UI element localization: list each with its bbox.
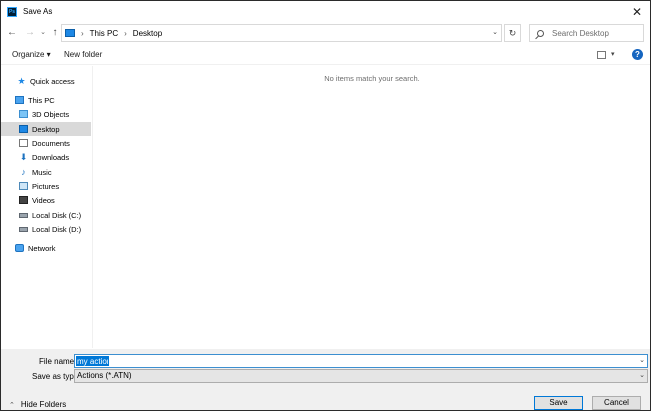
sidebar-item-network[interactable]: Network (1, 241, 91, 255)
documents-icon (19, 139, 28, 147)
hide-folders-toggle[interactable]: ⌃ Hide Folders (9, 400, 66, 409)
sidebar-item-downloads[interactable]: ⬇ Downloads (1, 150, 91, 164)
new-folder-button[interactable]: New folder (64, 50, 102, 59)
file-name-combobox[interactable]: ⌄ (74, 354, 648, 368)
sidebar-item-label: Desktop (32, 124, 60, 134)
save-button[interactable]: Save (534, 396, 583, 410)
sidebar-item-label: Music (32, 167, 52, 177)
sidebar-item-documents[interactable]: Documents (1, 136, 91, 150)
sidebar-item-label: This PC (28, 95, 55, 105)
network-icon (15, 244, 24, 252)
pictures-icon (19, 182, 28, 190)
address-bar[interactable]: › This PC › Desktop ⌄ (61, 24, 502, 42)
refresh-icon[interactable]: ↻ (504, 24, 521, 42)
chevron-up-icon: ⌃ (9, 401, 15, 409)
sidebar-item-label: 3D Objects (32, 109, 70, 119)
save-as-type-select[interactable]: Actions (*.ATN) ⌄ (74, 369, 648, 383)
sidebar-item-label: Local Disk (D:) (32, 224, 82, 234)
sidebar-item-desktop[interactable]: Desktop (1, 122, 91, 136)
this-pc-icon (65, 29, 75, 37)
breadcrumb-this-pc[interactable]: This PC (90, 29, 118, 38)
help-icon[interactable]: ? (632, 49, 643, 60)
cancel-button[interactable]: Cancel (592, 396, 641, 410)
search-input[interactable] (552, 28, 642, 38)
organize-button[interactable]: Organize ▾ (12, 50, 51, 59)
sidebar-item-label: Local Disk (C:) (32, 210, 82, 220)
file-name-dropdown-icon[interactable]: ⌄ (639, 356, 645, 364)
save-as-type-value: Actions (*.ATN) (77, 371, 132, 380)
close-icon[interactable]: ✕ (630, 5, 644, 19)
sidebar-item-quick-access[interactable]: ★ Quick access (1, 74, 91, 88)
save-options-panel: File name: ⌄ Save as type: Actions (*.AT… (1, 349, 650, 410)
sidebar-item-label: Pictures (32, 181, 60, 191)
music-icon: ♪ (21, 167, 26, 177)
breadcrumb-separator: › (81, 28, 84, 38)
recent-locations-chevron-icon[interactable]: ⌄ (37, 26, 49, 40)
view-options-icon[interactable] (597, 51, 606, 59)
sidebar-item-videos[interactable]: Videos (1, 193, 91, 207)
sidebar-item-local-disk-d[interactable]: Local Disk (D:) (1, 222, 91, 236)
search-icon (537, 29, 544, 37)
view-dropdown-icon[interactable]: ▾ (611, 50, 615, 58)
3d-objects-icon (19, 110, 28, 118)
file-name-input[interactable] (76, 356, 109, 366)
local-disk-icon (19, 212, 28, 218)
back-arrow-icon[interactable]: ← (6, 26, 18, 40)
hide-folders-label: Hide Folders (20, 400, 67, 409)
title-bar[interactable]: Ps Save As ✕ (1, 1, 650, 22)
quick-access-star-icon: ★ (17, 76, 26, 86)
save-as-type-dropdown-icon[interactable]: ⌄ (639, 371, 645, 379)
forward-arrow-icon[interactable]: → (24, 26, 36, 40)
sidebar-item-3d-objects[interactable]: 3D Objects (1, 107, 91, 121)
sidebar-item-local-disk-c[interactable]: Local Disk (C:) (1, 208, 91, 222)
local-disk-icon (19, 226, 28, 232)
sidebar-item-label: Quick access (30, 76, 75, 86)
sidebar-item-label: Videos (32, 195, 55, 205)
photoshop-app-icon: Ps (7, 6, 17, 17)
command-bar: Organize ▾ New folder ▾ ? (1, 45, 650, 65)
up-arrow-icon[interactable]: ↑ (49, 26, 61, 40)
downloads-icon: ⬇ (19, 152, 28, 162)
desktop-folder-icon (19, 125, 28, 133)
save-as-dialog: Ps Save As ✕ ← → ⌄ ↑ › This PC › Desktop… (0, 0, 651, 411)
address-dropdown-icon[interactable]: ⌄ (492, 28, 498, 36)
sidebar-item-music[interactable]: ♪ Music (1, 165, 91, 179)
search-box[interactable] (529, 24, 644, 42)
empty-folder-message: No items match your search. (324, 74, 420, 83)
sidebar-item-label: Documents (32, 138, 70, 148)
sidebar-item-this-pc[interactable]: This PC (1, 93, 91, 107)
this-pc-icon (15, 96, 24, 104)
navigation-row: ← → ⌄ ↑ › This PC › Desktop ⌄ ↻ (1, 22, 650, 44)
navigation-pane: ★ Quick access This PC 3D Objects Deskto… (1, 66, 93, 348)
videos-icon (19, 196, 28, 204)
window-title: Save As (23, 7, 53, 16)
sidebar-item-label: Network (28, 243, 56, 253)
sidebar-item-label: Downloads (32, 152, 70, 162)
breadcrumb-desktop[interactable]: Desktop (133, 29, 162, 38)
sidebar-item-pictures[interactable]: Pictures (1, 179, 91, 193)
breadcrumb-separator: › (124, 28, 127, 38)
file-name-label: File name: (39, 357, 77, 366)
